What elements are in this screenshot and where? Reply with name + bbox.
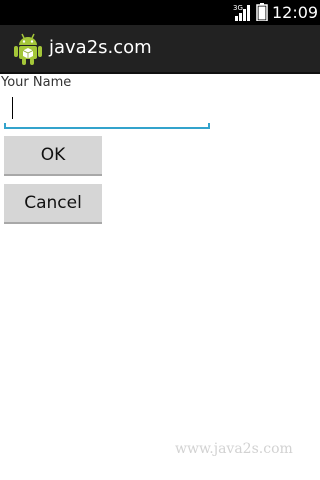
input-underline-left-tick — [4, 123, 6, 129]
input-underline-right-tick — [208, 123, 210, 129]
cancel-button[interactable]: Cancel — [4, 184, 102, 224]
signal-3g-icon: 3G — [233, 3, 253, 21]
name-label: Your Name — [1, 75, 72, 90]
status-clock: 12:09 — [272, 3, 319, 22]
text-cursor — [12, 97, 13, 119]
input-underline — [4, 127, 210, 129]
battery-icon — [256, 3, 268, 22]
android-icon[interactable] — [14, 33, 42, 65]
watermark: www.java2s.com — [175, 441, 293, 457]
svg-text:3G: 3G — [233, 4, 243, 12]
name-input[interactable] — [4, 93, 210, 129]
app-title: java2s.com — [49, 37, 152, 58]
status-bar: 3G 12:09 — [0, 0, 320, 25]
ok-button[interactable]: OK — [4, 136, 102, 176]
action-bar: java2s.com — [0, 25, 320, 74]
